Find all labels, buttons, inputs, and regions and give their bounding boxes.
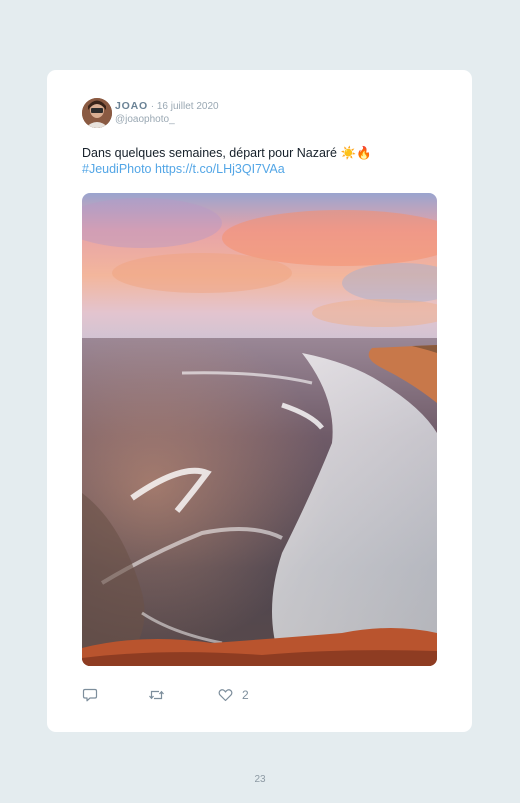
heart-icon [218,689,233,702]
tweet-photo[interactable] [82,193,437,666]
avatar[interactable] [82,98,112,128]
page-number: 23 [254,774,266,785]
like-button[interactable]: 2 [218,685,249,705]
beach-sunset-image [82,193,437,666]
tweet-card: JOAO · 16 juillet 2020 @joaophoto_ Dans … [47,70,472,732]
retweet-icon [149,690,164,700]
url-link[interactable]: https://t.co/LHj3QI7VAa [155,162,285,176]
speech-bubble-icon [82,688,98,702]
tweet-actions: 2 [82,685,382,705]
retweet-button[interactable] [148,685,165,705]
date-separator: · [147,101,157,112]
hashtag-link[interactable]: #JeudiPhoto [82,162,152,176]
like-count: 2 [242,688,249,702]
tweet-text: Dans quelques semaines, départ pour Naza… [82,145,442,177]
tweet-date[interactable]: 16 juillet 2020 [157,101,219,112]
author-handle[interactable]: @joaophoto_ [115,114,175,125]
author-line: JOAO · 16 juillet 2020 [115,100,219,113]
avatar-photo [82,98,112,128]
author-name[interactable]: JOAO [115,100,148,112]
reply-button[interactable] [82,685,98,705]
tweet-body: Dans quelques semaines, départ pour Naza… [82,146,372,160]
